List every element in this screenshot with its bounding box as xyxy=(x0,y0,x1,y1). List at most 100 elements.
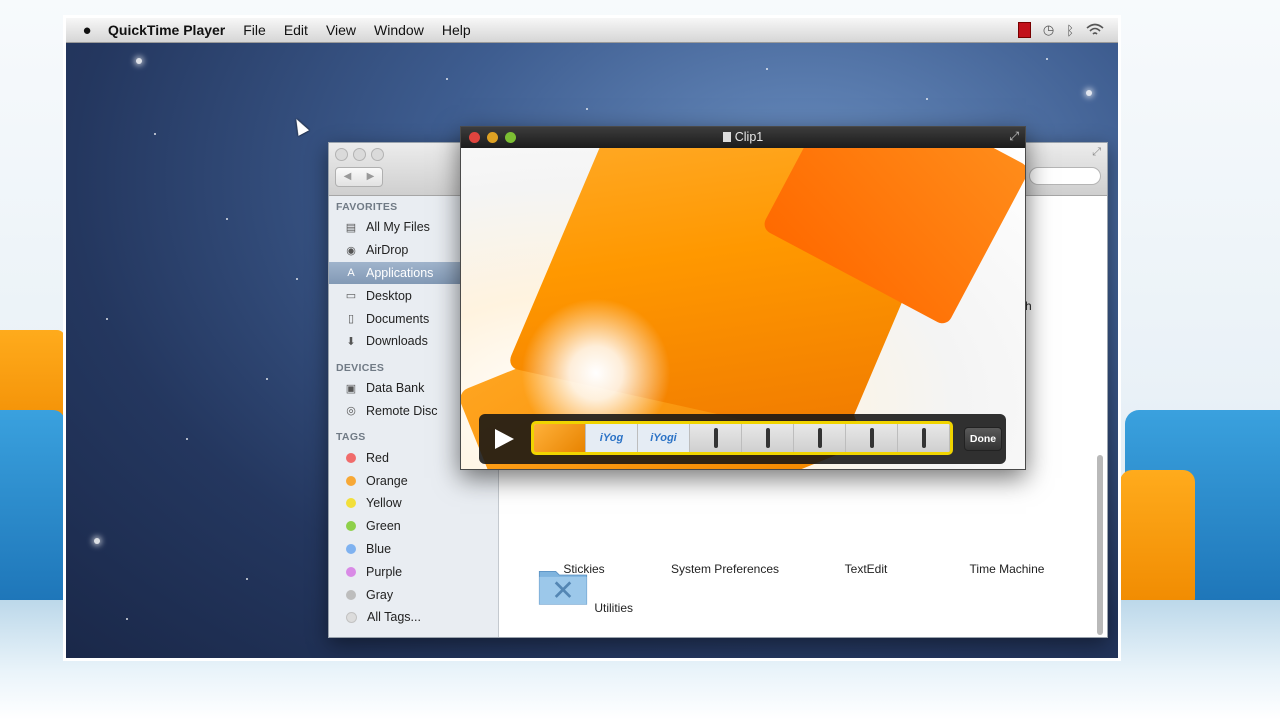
search-field[interactable] xyxy=(1029,167,1101,185)
mouse-cursor-icon xyxy=(290,116,310,136)
time-machine-icon[interactable]: ◷ xyxy=(1043,22,1054,38)
quicktime-titlebar[interactable]: Clip1 ⤢ xyxy=(461,127,1025,148)
menu-bar: ● QuickTime Player File Edit View Window… xyxy=(66,18,1118,43)
person-figure-icon xyxy=(817,428,822,448)
star xyxy=(766,68,768,70)
star xyxy=(136,58,142,64)
sidebar-all-tags[interactable]: All Tags... xyxy=(329,606,498,629)
bluetooth-icon[interactable]: ᛒ xyxy=(1066,23,1074,38)
menu-view[interactable]: View xyxy=(317,18,365,42)
app-system-preferences[interactable]: System Preferences xyxy=(655,516,795,576)
frame-logo-text: iYog xyxy=(599,432,624,444)
system-preferences-icon xyxy=(697,516,753,556)
back-arrow-icon[interactable]: ◀ xyxy=(336,168,359,186)
star xyxy=(106,318,108,320)
close-button[interactable] xyxy=(335,148,348,161)
person-figure-icon xyxy=(921,428,926,448)
filmstrip-frame: iYog xyxy=(586,424,638,452)
app-utilities[interactable]: Utilities xyxy=(514,566,654,615)
filmstrip-frame: iYogi xyxy=(638,424,690,452)
person-figure-icon xyxy=(765,428,770,448)
sidebar-item-label: Data Bank xyxy=(366,381,425,396)
app-label: Time Machine xyxy=(969,562,1045,576)
sidebar-tag-yellow[interactable]: Yellow xyxy=(329,492,498,515)
tag-color-dot xyxy=(346,521,356,532)
sidebar-tag-orange[interactable]: Orange xyxy=(329,469,498,492)
sidebar-item-label: Orange xyxy=(366,473,408,488)
wifi-icon[interactable] xyxy=(1086,23,1104,37)
stickies-icon xyxy=(556,516,612,556)
sidebar-item-label: All Tags... xyxy=(367,610,421,625)
sidebar-item-label: Applications xyxy=(366,265,434,280)
filmstrip-frame xyxy=(898,424,950,452)
sidebar-item-label: Desktop xyxy=(366,288,412,303)
star xyxy=(586,108,588,110)
star xyxy=(94,538,100,544)
tag-color-dot xyxy=(346,498,356,509)
sidebar-item-label: Gray xyxy=(366,587,394,602)
person-figure-icon xyxy=(869,428,874,448)
fullscreen-icon[interactable]: ⤢ xyxy=(1092,146,1101,159)
app-time-machine[interactable]: Time Machine xyxy=(937,516,1077,576)
time-machine-icon xyxy=(979,516,1035,556)
desktop-icon: ▭ xyxy=(345,290,357,303)
app-label: System Preferences xyxy=(670,562,780,576)
menu-file[interactable]: File xyxy=(234,18,275,42)
remote-disc-icon: ◎ xyxy=(346,405,356,418)
filmstrip-frame xyxy=(690,424,742,452)
play-button[interactable] xyxy=(495,429,514,449)
sidebar-item-label: Downloads xyxy=(366,334,428,349)
document-icon xyxy=(722,132,731,142)
forward-arrow-icon[interactable]: ▶ xyxy=(359,168,382,186)
sidebar-item-label: Documents xyxy=(366,311,430,326)
downloads-icon: ⬇ xyxy=(346,335,356,348)
star xyxy=(154,133,156,135)
recording-icon[interactable] xyxy=(1017,22,1031,38)
documents-icon: ▯ xyxy=(347,313,355,326)
utilities-folder-icon xyxy=(538,571,588,605)
sidebar-item-label: Green xyxy=(366,519,401,534)
sidebar-tag-gray[interactable]: Gray xyxy=(329,583,498,606)
sidebar-tag-purple[interactable]: Purple xyxy=(329,560,498,583)
minimize-button[interactable] xyxy=(353,148,366,161)
star xyxy=(186,438,188,440)
filmstrip-frame xyxy=(846,424,898,452)
disk-icon: ▣ xyxy=(345,382,357,395)
star xyxy=(266,378,268,380)
tag-color-dot xyxy=(346,611,357,623)
applications-icon: A xyxy=(347,266,355,279)
star xyxy=(126,618,128,620)
finder-scrollbar[interactable] xyxy=(1097,455,1103,635)
sidebar-tag-blue[interactable]: Blue xyxy=(329,538,498,561)
tag-color-dot xyxy=(346,566,356,577)
star xyxy=(296,278,298,280)
sidebar-item-label: All My Files xyxy=(366,220,430,235)
sidebar-tag-green[interactable]: Green xyxy=(329,515,498,538)
trim-filmstrip[interactable]: iYog iYogi xyxy=(531,421,953,455)
filmstrip-frame xyxy=(794,424,846,452)
star xyxy=(226,218,228,220)
star xyxy=(1046,58,1048,60)
menu-window[interactable]: Window xyxy=(365,18,433,42)
sidebar-item-label: Red xyxy=(366,450,389,465)
background-scene: ● QuickTime Player File Edit View Window… xyxy=(0,0,1280,720)
menu-app-name[interactable]: QuickTime Player xyxy=(102,18,234,42)
star xyxy=(926,98,928,100)
fullscreen-icon[interactable]: ⤢ xyxy=(1009,129,1019,144)
sidebar-item-label: Yellow xyxy=(366,496,402,511)
orange-cushion-right xyxy=(1120,470,1195,610)
menu-help[interactable]: Help xyxy=(433,18,480,42)
quicktime-window: Clip1 ⤢ iYog iYogi Done xyxy=(460,126,1026,470)
frame-logo-text: iYogi xyxy=(650,432,677,444)
trim-bar: iYog iYogi Done xyxy=(479,414,1006,464)
menu-edit[interactable]: Edit xyxy=(275,18,317,42)
done-button[interactable]: Done xyxy=(964,427,1002,451)
app-textedit[interactable]: TextEdit xyxy=(796,516,936,576)
tag-color-dot xyxy=(346,589,356,600)
filmstrip-frame xyxy=(534,424,586,452)
app-label: TextEdit xyxy=(844,562,888,576)
all-files-icon: ▤ xyxy=(345,221,357,234)
zoom-button[interactable] xyxy=(371,148,384,161)
apple-logo-icon[interactable]: ● xyxy=(72,22,102,39)
app-label: Utilities xyxy=(594,601,633,615)
